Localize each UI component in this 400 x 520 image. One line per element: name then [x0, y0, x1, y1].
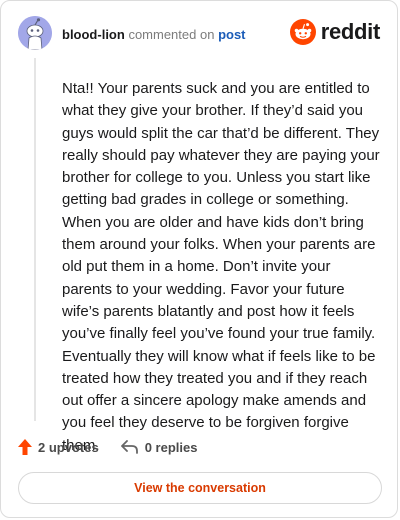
reddit-logo-icon	[289, 19, 316, 45]
comment-actions: 2 upvotes 0 replies	[18, 439, 197, 455]
reply-arrow-icon	[120, 440, 138, 454]
snoo-avatar-icon[interactable]	[18, 16, 52, 50]
comment-body: Nta!! Your parents suck and you are enti…	[62, 80, 380, 454]
action-text: commented on	[128, 27, 215, 42]
reddit-brand[interactable]: reddit	[289, 19, 381, 45]
embedded-comment-card: blood-lion commented on post reddit Nta!…	[0, 0, 398, 518]
comment-header: blood-lion commented on post	[62, 27, 246, 42]
view-conversation-button[interactable]: View the conversation	[18, 472, 382, 504]
upvote-button[interactable]: 2 upvotes	[18, 439, 99, 455]
post-link[interactable]: post	[218, 27, 245, 42]
replies-button[interactable]: 0 replies	[120, 439, 198, 455]
reddit-wordmark: reddit	[320, 19, 381, 44]
username-link[interactable]: blood-lion	[62, 27, 125, 42]
upvote-arrow-icon	[18, 439, 32, 455]
upvotes-count: 2 upvotes	[38, 439, 99, 455]
thread-line	[34, 58, 36, 421]
replies-count: 0 replies	[144, 439, 198, 455]
